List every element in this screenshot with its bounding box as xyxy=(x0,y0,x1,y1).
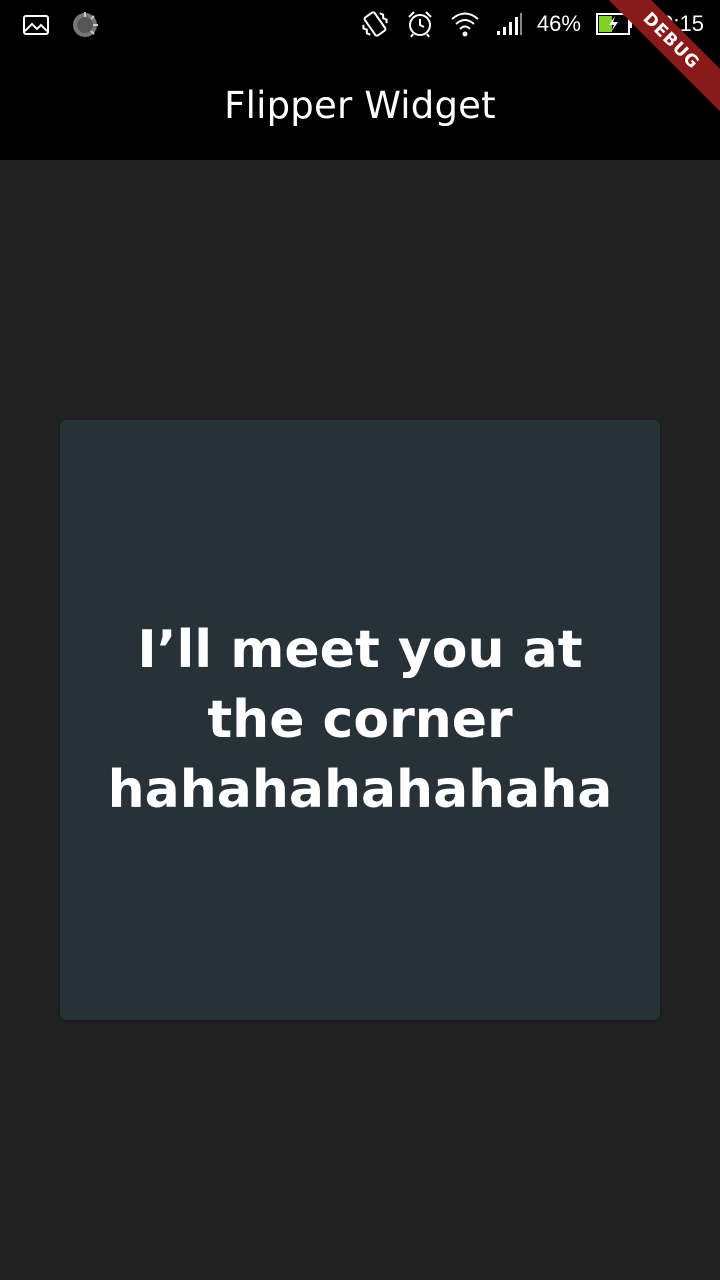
clock: 10:15 xyxy=(648,11,704,36)
loading-spinner-icon xyxy=(70,10,100,40)
flipper-card[interactable]: I’ll meet you at the corner hahahahahaha… xyxy=(60,420,660,1020)
app-bar: Flipper Widget xyxy=(0,50,720,160)
battery-charging-icon xyxy=(595,11,635,37)
battery-percent: 46% xyxy=(536,11,581,36)
status-bar-right: 46% 10:15 xyxy=(359,8,704,40)
status-bar-left xyxy=(22,10,100,40)
signal-icon xyxy=(495,11,523,37)
vibrate-icon xyxy=(359,8,391,40)
card-text: I’ll meet you at the corner hahahahahaha… xyxy=(107,620,613,820)
app-screen: 46% 10:15 Flipper Widget DEBUG I’ll meet… xyxy=(0,0,720,1280)
alarm-icon xyxy=(405,9,435,39)
app-title: Flipper Widget xyxy=(224,83,496,127)
status-bar: 46% 10:15 xyxy=(0,0,720,50)
image-notification-icon xyxy=(22,13,50,37)
wifi-icon xyxy=(449,9,481,39)
